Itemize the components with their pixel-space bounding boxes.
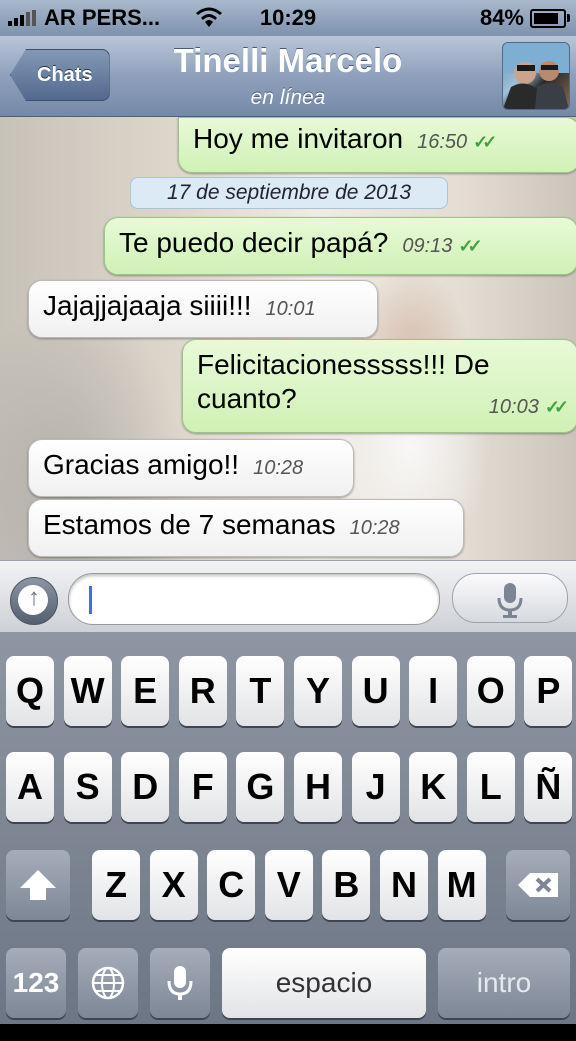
read-check-icon: ✓✓ [458,236,482,256]
message-bubble: Felicitacionesssss!!! De cuanto? 10:03 ✓✓ [182,339,576,433]
chat-area[interactable]: Hoy me invitaron 16:50 ✓✓ 17 de septiembre… [0,117,576,560]
contact-status: en línea [250,86,326,109]
microphone-icon [497,583,523,618]
key-l[interactable]: L [466,752,515,822]
attach-arrow-icon: ↑ [28,584,40,611]
message-text-cont: cuanto? [197,383,297,414]
keyboard: QWERTYUIOP ASDFGHJKLÑ ZXCVBNM 123 espaci… [0,632,576,1024]
key-e[interactable]: E [121,656,170,726]
shift-key[interactable] [6,850,70,920]
message-bubble: Te puedo decir papá? 09:13 ✓✓ [104,217,576,275]
key-z[interactable]: Z [92,850,140,920]
key-h[interactable]: H [294,752,342,822]
space-key[interactable]: espacio [222,948,426,1018]
message-input[interactable] [68,573,440,625]
message-time: 16:50 [417,131,468,153]
backspace-icon [518,873,558,897]
avatar[interactable] [502,42,570,110]
message-input-bar: ↑ [0,560,576,633]
key-a[interactable]: A [6,752,54,822]
attach-button[interactable]: ↑ [10,577,58,625]
nav-bar: Chats Tinelli Marcelo en línea [0,36,576,117]
key-f[interactable]: F [178,752,227,822]
read-check-icon: ✓✓ [544,397,569,417]
contact-name[interactable]: Tinelli Marcelo [120,42,456,80]
return-key[interactable]: intro [438,948,570,1018]
key-j[interactable]: J [351,752,400,822]
key-w[interactable]: W [63,656,112,726]
globe-icon [91,966,125,1000]
key-m[interactable]: M [437,850,486,920]
key-q[interactable]: Q [6,656,54,726]
message-bubble: Gracias amigo!! 10:28 [28,439,354,497]
key-c[interactable]: C [207,850,256,920]
key-s[interactable]: S [63,752,112,822]
text-cursor [89,586,92,614]
message-time: 10:01 [265,298,316,320]
message-bubble: Estamos de 7 semanas 10:28 [28,499,464,557]
key-t[interactable]: T [236,656,285,726]
battery-icon [530,8,570,28]
status-bar: AR PERS... 10:29 84% [0,0,576,36]
backspace-key[interactable] [506,850,570,920]
message-bubble: Hoy me invitaron 16:50 ✓✓ [178,117,576,173]
key-n[interactable]: N [380,850,428,920]
battery-percent: 84% [479,5,524,30]
message-time: 09:13 [402,235,453,257]
voice-note-button[interactable] [452,573,568,623]
key-g[interactable]: G [236,752,285,822]
shift-icon [20,870,56,900]
key-v[interactable]: V [264,850,313,920]
dictation-key[interactable] [150,948,210,1018]
key-p[interactable]: P [524,656,573,726]
key-r[interactable]: R [178,656,227,726]
key-o[interactable]: O [466,656,515,726]
key-u[interactable]: U [351,656,400,726]
key-d[interactable]: D [121,752,170,822]
microphone-icon [167,966,193,1000]
numbers-key[interactable]: 123 [6,948,66,1018]
key-ñ[interactable]: Ñ [524,752,573,822]
message-text: Te puedo decir papá? [119,227,389,258]
message-text: Gracias amigo!! [43,449,240,480]
message-text: Hoy me invitaron [193,123,404,154]
key-x[interactable]: X [149,850,198,920]
key-y[interactable]: Y [294,656,342,726]
message-time: 10:03 [488,396,539,418]
read-check-icon: ✓✓ [473,132,497,152]
message-text: Felicitacionesssss!!! De [197,349,490,380]
message-text: Estamos de 7 semanas [43,509,336,540]
battery-status: 84% [479,5,570,31]
date-separator: 17 de septiembre de 2013 [130,177,448,209]
message-time: 10:28 [253,457,304,479]
key-i[interactable]: I [409,656,458,726]
message-bubble: Jajajjajaaja siiii!!! 10:01 [28,280,378,338]
back-button[interactable]: Chats [10,49,110,101]
key-b[interactable]: B [322,850,371,920]
globe-key[interactable] [78,948,138,1018]
key-k[interactable]: K [409,752,458,822]
message-time: 10:28 [349,517,400,539]
message-text: Jajajjajaaja siiii!!! [43,290,252,321]
